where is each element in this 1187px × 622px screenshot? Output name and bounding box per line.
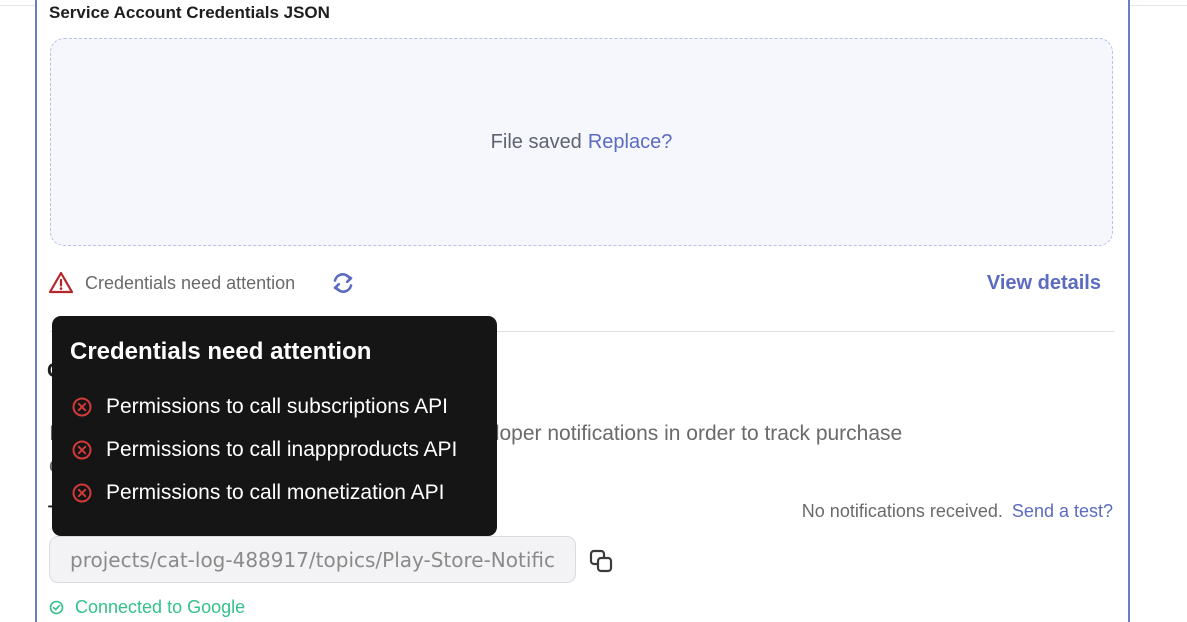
tooltip-item-label: Permissions to call monetization API [106,481,445,504]
tooltip-title: Credentials need attention [70,338,372,365]
tooltip-item: Permissions to call inappproducts API [70,437,457,463]
credentials-dropzone[interactable]: File saved Replace? [50,38,1113,246]
send-test-link[interactable]: Send a test? [1012,501,1113,521]
x-circle-icon [72,440,92,460]
topic-name-input[interactable] [49,536,576,583]
x-circle-icon [72,483,92,503]
tooltip-item-label: Permissions to call inappproducts API [106,438,458,461]
copy-icon[interactable] [588,548,614,574]
tooltip-item: Permissions to call monetization API [70,480,444,506]
section-title: Service Account Credentials JSON [49,3,330,22]
view-details-link[interactable]: View details [987,272,1101,295]
refresh-icon[interactable] [330,271,356,295]
x-circle-icon [72,397,92,417]
tooltip-item: Permissions to call subscriptions API [70,394,448,420]
connected-text: Connected to Google [75,597,246,617]
page: Service Account Credentials JSON File sa… [0,0,1187,622]
notification-status: No notifications received. Send a test? [802,501,1113,522]
replace-link[interactable]: Replace? [588,131,673,154]
no-notifications-text: No notifications received. [801,501,1003,521]
warning-icon[interactable] [48,270,74,296]
tooltip-item-label: Permissions to call subscriptions API [106,395,448,418]
connection-status: Connected to Google [49,597,245,618]
credentials-tooltip: Credentials need attention Permissions t… [52,316,497,536]
check-circle-icon [49,600,64,615]
credentials-status-text: Credentials need attention [85,273,296,293]
file-saved-text: File saved [490,130,582,153]
credentials-status-row: Credentials need attention View details [48,270,1108,296]
